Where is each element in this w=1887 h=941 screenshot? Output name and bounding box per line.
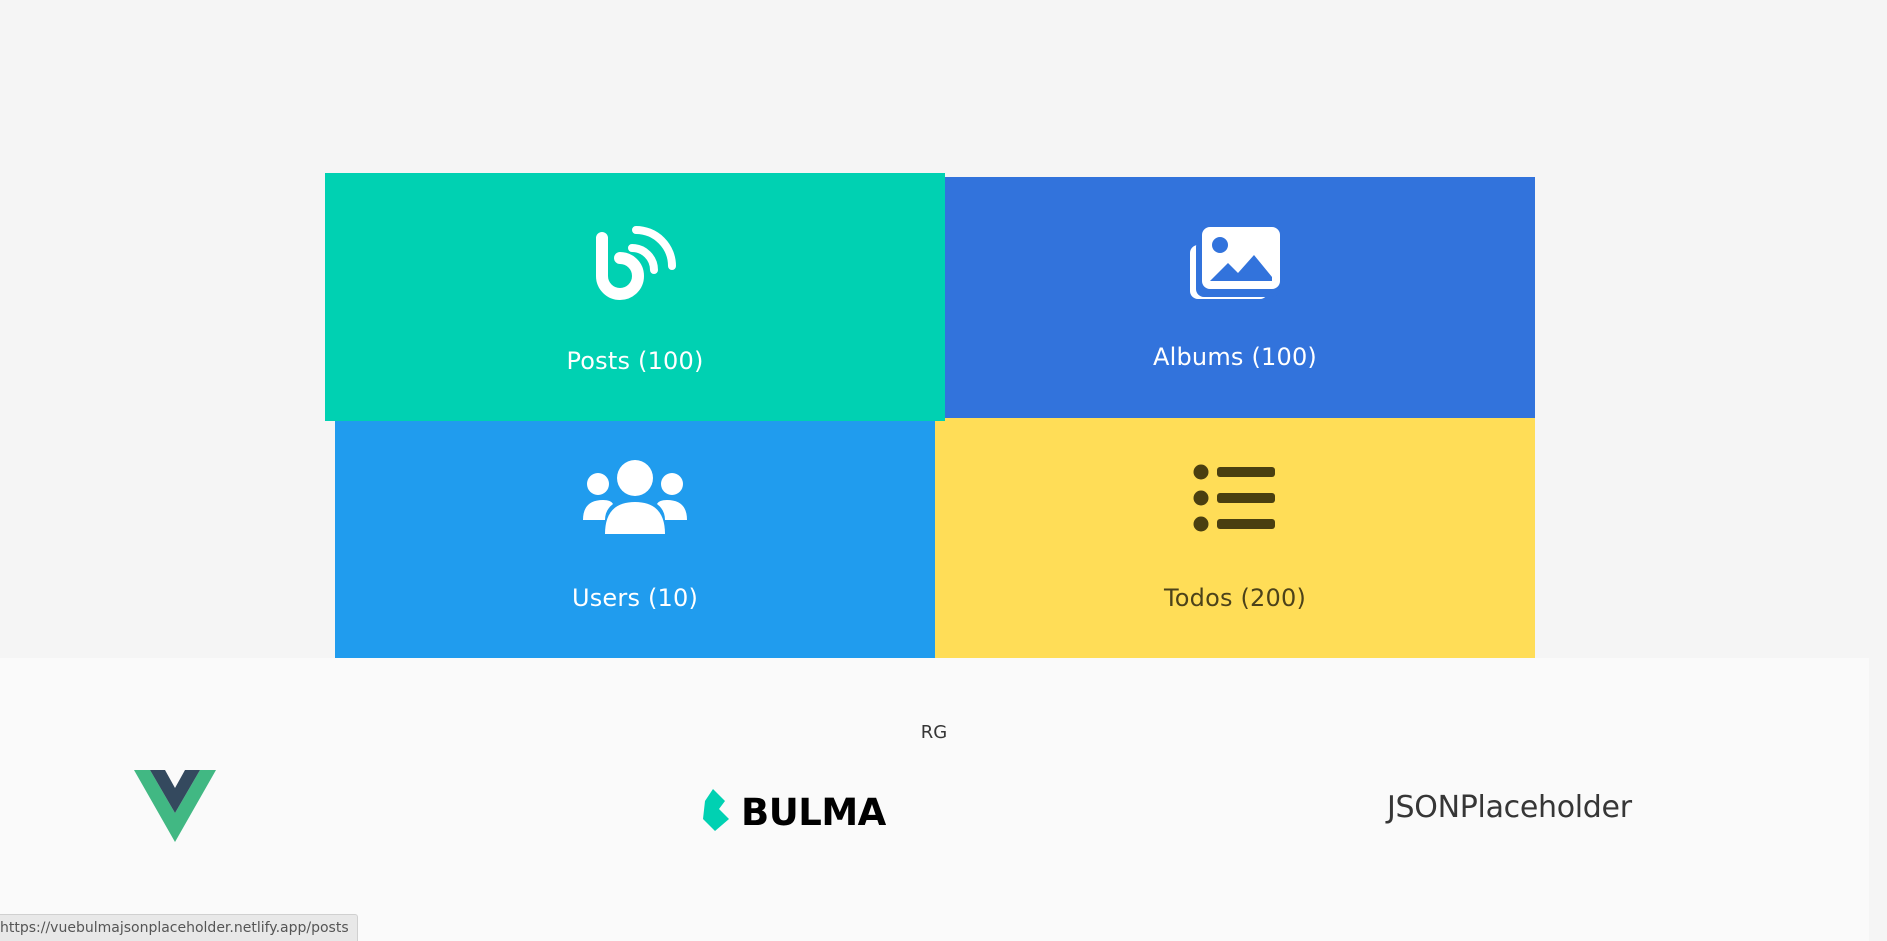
users-label: Users (10) bbox=[571, 584, 699, 612]
bulma-logo[interactable]: BULMA bbox=[703, 789, 886, 835]
albums-tile[interactable]: Albums (100) bbox=[935, 177, 1535, 418]
posts-label: Posts (100) bbox=[566, 347, 704, 375]
users-tile[interactable]: Users (10) bbox=[335, 418, 935, 658]
jsonplaceholder-logo[interactable]: JSONPlaceholder bbox=[1387, 790, 1632, 825]
list-icon bbox=[1193, 448, 1277, 548]
footer: RG BULMA JSONPlaceholder bbox=[0, 658, 1887, 941]
albums-label: Albums (100) bbox=[1153, 343, 1317, 371]
todos-tile[interactable]: Todos (200) bbox=[935, 418, 1535, 658]
todos-label: Todos (200) bbox=[1163, 584, 1307, 612]
scrollbar[interactable] bbox=[1869, 0, 1887, 941]
page: Posts (100) Albums (100) Users (10) Todo… bbox=[0, 0, 1887, 941]
rss-blog-icon bbox=[592, 211, 678, 311]
status-bar-url: https://vuebulmajsonplaceholder.netlify.… bbox=[0, 914, 358, 941]
users-icon bbox=[583, 448, 687, 548]
footer-credit: RG bbox=[920, 722, 948, 743]
vue-logo[interactable] bbox=[134, 770, 216, 842]
images-icon bbox=[1188, 213, 1282, 313]
posts-tile[interactable]: Posts (100) bbox=[325, 173, 945, 421]
bulma-logo-mark-icon bbox=[703, 789, 731, 835]
bulma-wordmark: BULMA bbox=[741, 790, 886, 834]
